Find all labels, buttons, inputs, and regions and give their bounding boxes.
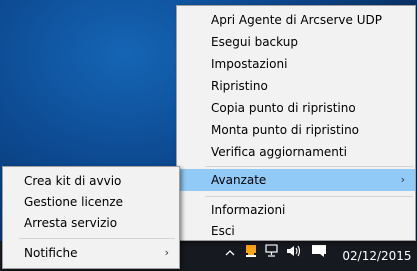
tray-context-menu: Apri Agente di Arcserve UDP Esegui backu…: [176, 5, 416, 241]
advanced-submenu: Crea kit di avvio Gestione licenze Arres…: [2, 166, 180, 269]
arcserve-tray-icon[interactable]: [244, 244, 258, 264]
menu-separator: [205, 196, 413, 197]
menu-item-about[interactable]: Informazioni: [177, 199, 415, 221]
submenu-item-notifications[interactable]: Notifiche ›: [3, 242, 179, 264]
menu-item-mount-recovery-point[interactable]: Monta punto di ripristino: [177, 119, 415, 141]
menu-item-advanced[interactable]: Avanzate ›: [177, 169, 415, 191]
chevron-up-icon[interactable]: [224, 245, 236, 265]
menu-item-label: Impostazioni: [211, 57, 288, 71]
menu-separator: [205, 166, 413, 167]
submenu-item-label: Crea kit di avvio: [24, 174, 122, 188]
taskbar-date[interactable]: 02/12/2015: [340, 246, 414, 266]
submenu-item-label: Arresta servizio: [24, 216, 118, 230]
menu-item-check-updates[interactable]: Verifica aggiornamenti: [177, 141, 415, 163]
menu-separator: [19, 238, 175, 239]
menu-item-label: Ripristino: [211, 79, 268, 93]
menu-item-restore[interactable]: Ripristino: [177, 75, 415, 97]
submenu-item-label: Gestione licenze: [24, 195, 124, 209]
menu-item-copy-recovery-point[interactable]: Copia punto di ripristino: [177, 97, 415, 119]
menu-item-label: Copia punto di ripristino: [211, 101, 356, 115]
menu-item-label: Monta punto di ripristino: [211, 123, 360, 137]
chevron-right-icon: ›: [164, 246, 169, 259]
menu-item-label: Esci: [211, 224, 235, 238]
volume-icon[interactable]: [286, 244, 302, 264]
menu-item-label: Verifica aggiornamenti: [211, 145, 347, 159]
chevron-right-icon: ›: [400, 173, 405, 186]
submenu-item-license-management[interactable]: Gestione licenze: [3, 191, 179, 213]
menu-item-open-agent[interactable]: Apri Agente di Arcserve UDP: [177, 9, 415, 31]
menu-item-label: Informazioni: [211, 203, 286, 217]
menu-item-run-backup[interactable]: Esegui backup: [177, 31, 415, 53]
menu-item-label: Apri Agente di Arcserve UDP: [211, 13, 382, 27]
action-center-icon[interactable]: [311, 244, 327, 264]
menu-item-label: Esegui backup: [211, 35, 298, 49]
submenu-item-label: Notifiche: [24, 246, 78, 260]
menu-item-exit[interactable]: Esci: [177, 220, 415, 242]
menu-item-settings[interactable]: Impostazioni: [177, 53, 415, 75]
submenu-item-create-boot-kit[interactable]: Crea kit di avvio: [3, 170, 179, 192]
menu-item-label: Avanzate: [211, 173, 267, 187]
submenu-item-stop-service[interactable]: Arresta servizio: [3, 212, 179, 234]
network-icon[interactable]: [264, 244, 280, 264]
